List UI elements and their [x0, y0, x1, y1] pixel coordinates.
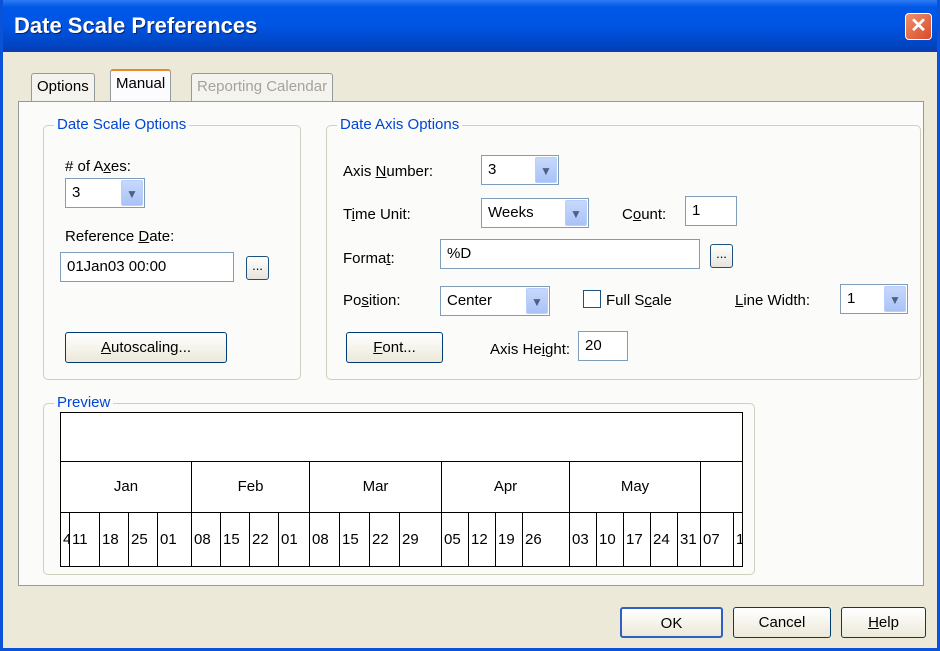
axis-number-value: 3 [488, 161, 497, 178]
full-scale-checkbox[interactable] [583, 290, 601, 308]
full-scale-label: Full Scale [606, 292, 672, 309]
week-cell: 07 [701, 513, 734, 566]
week-cell: 15 [221, 513, 250, 566]
time-unit-select[interactable]: Weeks ▼ [481, 198, 589, 228]
week-cell: 31 [678, 513, 701, 566]
format-value: %D [447, 245, 472, 262]
format-label: Format: [343, 250, 395, 267]
axis-number-label: Axis Number: [343, 163, 434, 180]
week-cell: 17 [624, 513, 651, 566]
axis-height-value: 20 [585, 337, 602, 354]
reference-date-input[interactable]: 01Jan03 00:00 [60, 252, 234, 282]
week-cell: 03 [570, 513, 597, 566]
axis-height-label: Axis Height: [490, 341, 571, 358]
tab-options[interactable]: Options [31, 73, 95, 101]
time-unit-label: Time Unit: [343, 206, 411, 223]
ok-button[interactable]: OK [620, 607, 723, 638]
preview-canvas: Jan Feb Mar Apr May 4 11 18 25 01 08 15 … [60, 412, 743, 567]
time-unit-value: Weeks [488, 204, 534, 221]
axis-number-select[interactable]: 3 ▼ [481, 155, 559, 185]
title-bar[interactable]: Date Scale Preferences ✕ [3, 0, 937, 52]
count-input[interactable]: 1 [685, 196, 737, 226]
week-cell: 24 [651, 513, 678, 566]
week-cell: 1 [736, 531, 742, 548]
count-value: 1 [692, 202, 701, 219]
position-select[interactable]: Center ▼ [440, 286, 550, 316]
month-cell: Feb [192, 462, 310, 513]
week-cell: 22 [370, 513, 400, 566]
chevron-down-icon[interactable]: ▼ [565, 200, 587, 226]
cancel-button[interactable]: Cancel [733, 607, 831, 638]
chevron-down-icon[interactable]: ▼ [526, 288, 548, 314]
week-cell: 01 [279, 513, 310, 566]
group-legend: Date Scale Options [54, 116, 190, 133]
reference-date-browse-button[interactable]: ... [246, 256, 269, 280]
format-input[interactable]: %D [440, 239, 700, 269]
preview-week-row: 4 11 18 25 01 08 15 22 01 08 15 22 29 05… [61, 513, 742, 566]
reference-date-value: 01Jan03 00:00 [67, 258, 167, 275]
group-legend: Preview [54, 394, 114, 411]
week-cell: 25 [129, 513, 158, 566]
week-cell: 18 [100, 513, 129, 566]
autoscaling-button[interactable]: Autoscaling... [65, 332, 227, 363]
preview-top-row [61, 413, 742, 462]
position-value: Center [447, 292, 493, 309]
week-cell: 05 [442, 513, 469, 566]
font-button[interactable]: Font... [346, 332, 443, 363]
axis-height-input[interactable]: 20 [578, 331, 628, 361]
reference-date-label: Reference Date: [65, 228, 175, 245]
tab-label: Reporting Calendar [197, 78, 328, 95]
chevron-down-icon[interactable]: ▼ [535, 157, 557, 183]
line-width-select[interactable]: 1 ▼ [840, 284, 908, 314]
tab-label: Manual [116, 75, 166, 92]
axes-count-value: 3 [72, 184, 81, 201]
help-button[interactable]: Help [841, 607, 926, 638]
close-icon[interactable]: ✕ [905, 13, 932, 40]
position-label: Position: [343, 292, 401, 309]
axes-count-select[interactable]: 3 ▼ [65, 178, 145, 208]
tab-manual[interactable]: Manual [110, 69, 172, 101]
line-width-value: 1 [847, 290, 856, 307]
week-cell: 08 [192, 513, 221, 566]
month-cell: May [570, 462, 701, 513]
preview-month-row: Jan Feb Mar Apr May [61, 462, 742, 513]
window-title: Date Scale Preferences [14, 13, 258, 38]
week-cell: 15 [340, 513, 370, 566]
chevron-down-icon[interactable]: ▼ [884, 286, 906, 312]
line-width-label: Line Width: [735, 292, 811, 309]
dialog-window: Date Scale Preferences ✕ Options Manual … [0, 0, 940, 651]
format-browse-button[interactable]: ... [710, 244, 733, 268]
month-cell: Apr [442, 462, 570, 513]
week-cell: 10 [597, 513, 624, 566]
month-cell: Jan [61, 462, 192, 513]
chevron-down-icon[interactable]: ▼ [121, 180, 143, 206]
week-cell: 12 [469, 513, 496, 566]
week-cell: 26 [523, 513, 570, 566]
tab-reporting-calendar: Reporting Calendar [191, 73, 334, 101]
tab-label: Options [37, 78, 89, 95]
week-cell: 4 [61, 513, 70, 566]
week-cell: 11 [70, 513, 100, 566]
count-label: Count: [622, 206, 667, 223]
week-cell: 19 [496, 513, 523, 566]
week-cell: 22 [250, 513, 279, 566]
week-cell: 08 [310, 513, 340, 566]
week-cell: 29 [400, 513, 442, 566]
month-cell: Mar [310, 462, 442, 513]
week-cell: 01 [158, 513, 192, 566]
group-legend: Date Axis Options [337, 116, 463, 133]
axes-count-label: # of Axes: [65, 158, 131, 175]
